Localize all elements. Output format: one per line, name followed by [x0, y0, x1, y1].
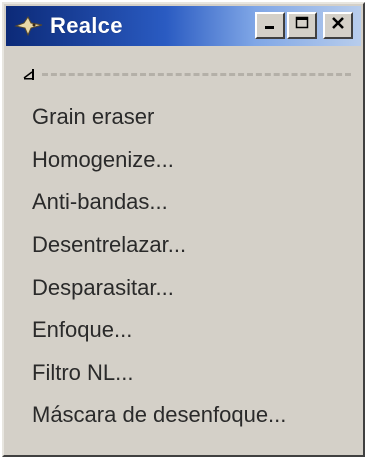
minimize-icon	[262, 15, 278, 36]
menu-window: Realce Grain eraser Homogenize... Anti-b…	[2, 2, 365, 457]
close-icon	[330, 15, 346, 36]
title-bar[interactable]: Realce	[6, 6, 361, 46]
menu-item-grain-eraser[interactable]: Grain eraser	[4, 96, 363, 139]
tearoff-arrow-icon	[22, 67, 38, 81]
tearoff-line[interactable]	[22, 66, 351, 82]
menu-item-desparasitar[interactable]: Desparasitar...	[4, 266, 363, 309]
menu-item-filtro-nl[interactable]: Filtro NL...	[4, 352, 363, 395]
menu-list: Grain eraser Homogenize... Anti-bandas..…	[4, 96, 363, 437]
minimize-button[interactable]	[255, 12, 285, 39]
menu-item-enfoque[interactable]: Enfoque...	[4, 309, 363, 352]
tearoff-dashes	[42, 72, 351, 76]
maximize-button[interactable]	[287, 12, 317, 39]
wilber-icon	[12, 11, 46, 41]
window-controls	[255, 12, 353, 39]
close-button[interactable]	[323, 12, 353, 39]
menu-item-desentrelazar[interactable]: Desentrelazar...	[4, 224, 363, 267]
menu-item-homogenize[interactable]: Homogenize...	[4, 139, 363, 182]
maximize-icon	[294, 15, 310, 36]
menu-item-anti-bandas[interactable]: Anti-bandas...	[4, 181, 363, 224]
window-title: Realce	[50, 13, 123, 38]
menu-item-mascara-de-desenfoque[interactable]: Máscara de desenfoque...	[4, 394, 363, 437]
